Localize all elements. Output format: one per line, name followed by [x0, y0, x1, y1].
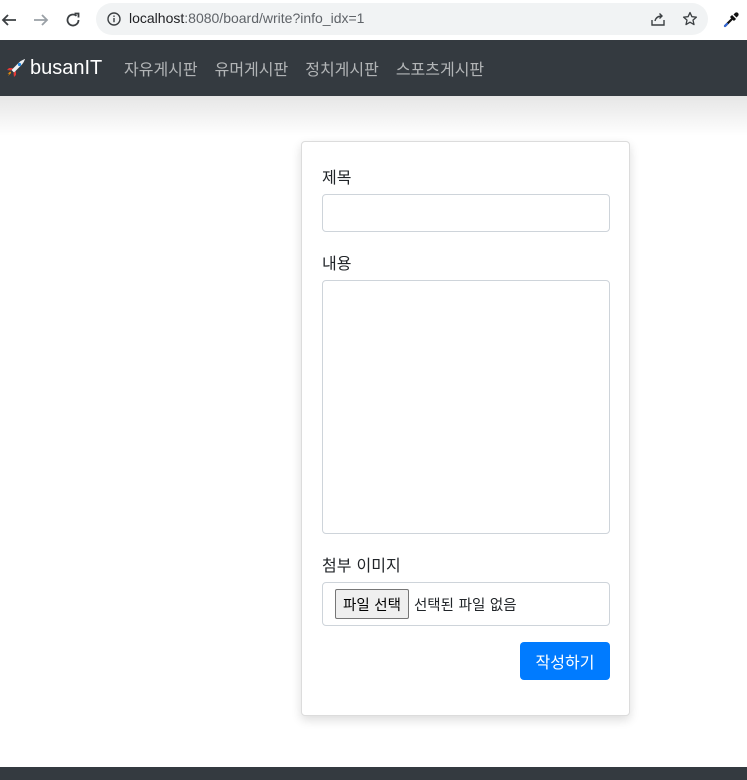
title-label: 제목: [322, 168, 352, 187]
url-path: :8080/board/write?info_idx=1: [184, 10, 365, 26]
content-label: 내용: [322, 254, 352, 273]
file-status-text: 선택된 파일 없음: [413, 597, 517, 614]
brand-name: busanIT: [30, 56, 103, 79]
write-form-card: 제목 내용 첨부 이미지 파일 선택 선택된 파일 없음 작성하기: [301, 141, 630, 716]
back-arrow-icon[interactable]: [0, 8, 21, 32]
url-text: localhost:8080/board/write?info_idx=1: [129, 10, 364, 26]
choose-file-button[interactable]: 파일 선택: [335, 589, 409, 619]
star-icon[interactable]: [682, 11, 698, 27]
title-input[interactable]: [322, 194, 610, 232]
url-host: localhost: [129, 10, 185, 26]
browser-toolbar: localhost:8080/board/write?info_idx=1: [0, 0, 747, 40]
site-navbar: busanIT 자유게시판 유머게시판 정치게시판 스포츠게시판: [0, 40, 747, 96]
nav-link-humor-board[interactable]: 유머게시판: [215, 56, 289, 80]
address-bar[interactable]: localhost:8080/board/write?info_idx=1: [96, 3, 708, 35]
nav-link-politics-board[interactable]: 정치게시판: [305, 56, 379, 80]
share-icon[interactable]: [650, 11, 666, 27]
image-file-input[interactable]: 파일 선택 선택된 파일 없음: [322, 582, 610, 626]
nav-links: 자유게시판 유머게시판 정치게시판 스포츠게시판: [124, 40, 501, 96]
reload-icon[interactable]: [61, 8, 85, 32]
nav-link-sports-board[interactable]: 스포츠게시판: [396, 56, 484, 80]
footer: [0, 767, 747, 780]
rocket-icon: [5, 57, 27, 79]
submit-button[interactable]: 작성하기: [520, 642, 610, 680]
image-label: 첨부 이미지: [322, 556, 401, 575]
content-textarea[interactable]: [322, 280, 610, 534]
nav-link-free-board[interactable]: 자유게시판: [124, 56, 198, 80]
navbar-shadow: [0, 96, 747, 136]
forward-arrow-icon[interactable]: [29, 8, 53, 32]
info-icon[interactable]: [106, 11, 122, 27]
eyedropper-icon[interactable]: [720, 9, 742, 31]
brand-link[interactable]: busanIT: [5, 40, 102, 96]
